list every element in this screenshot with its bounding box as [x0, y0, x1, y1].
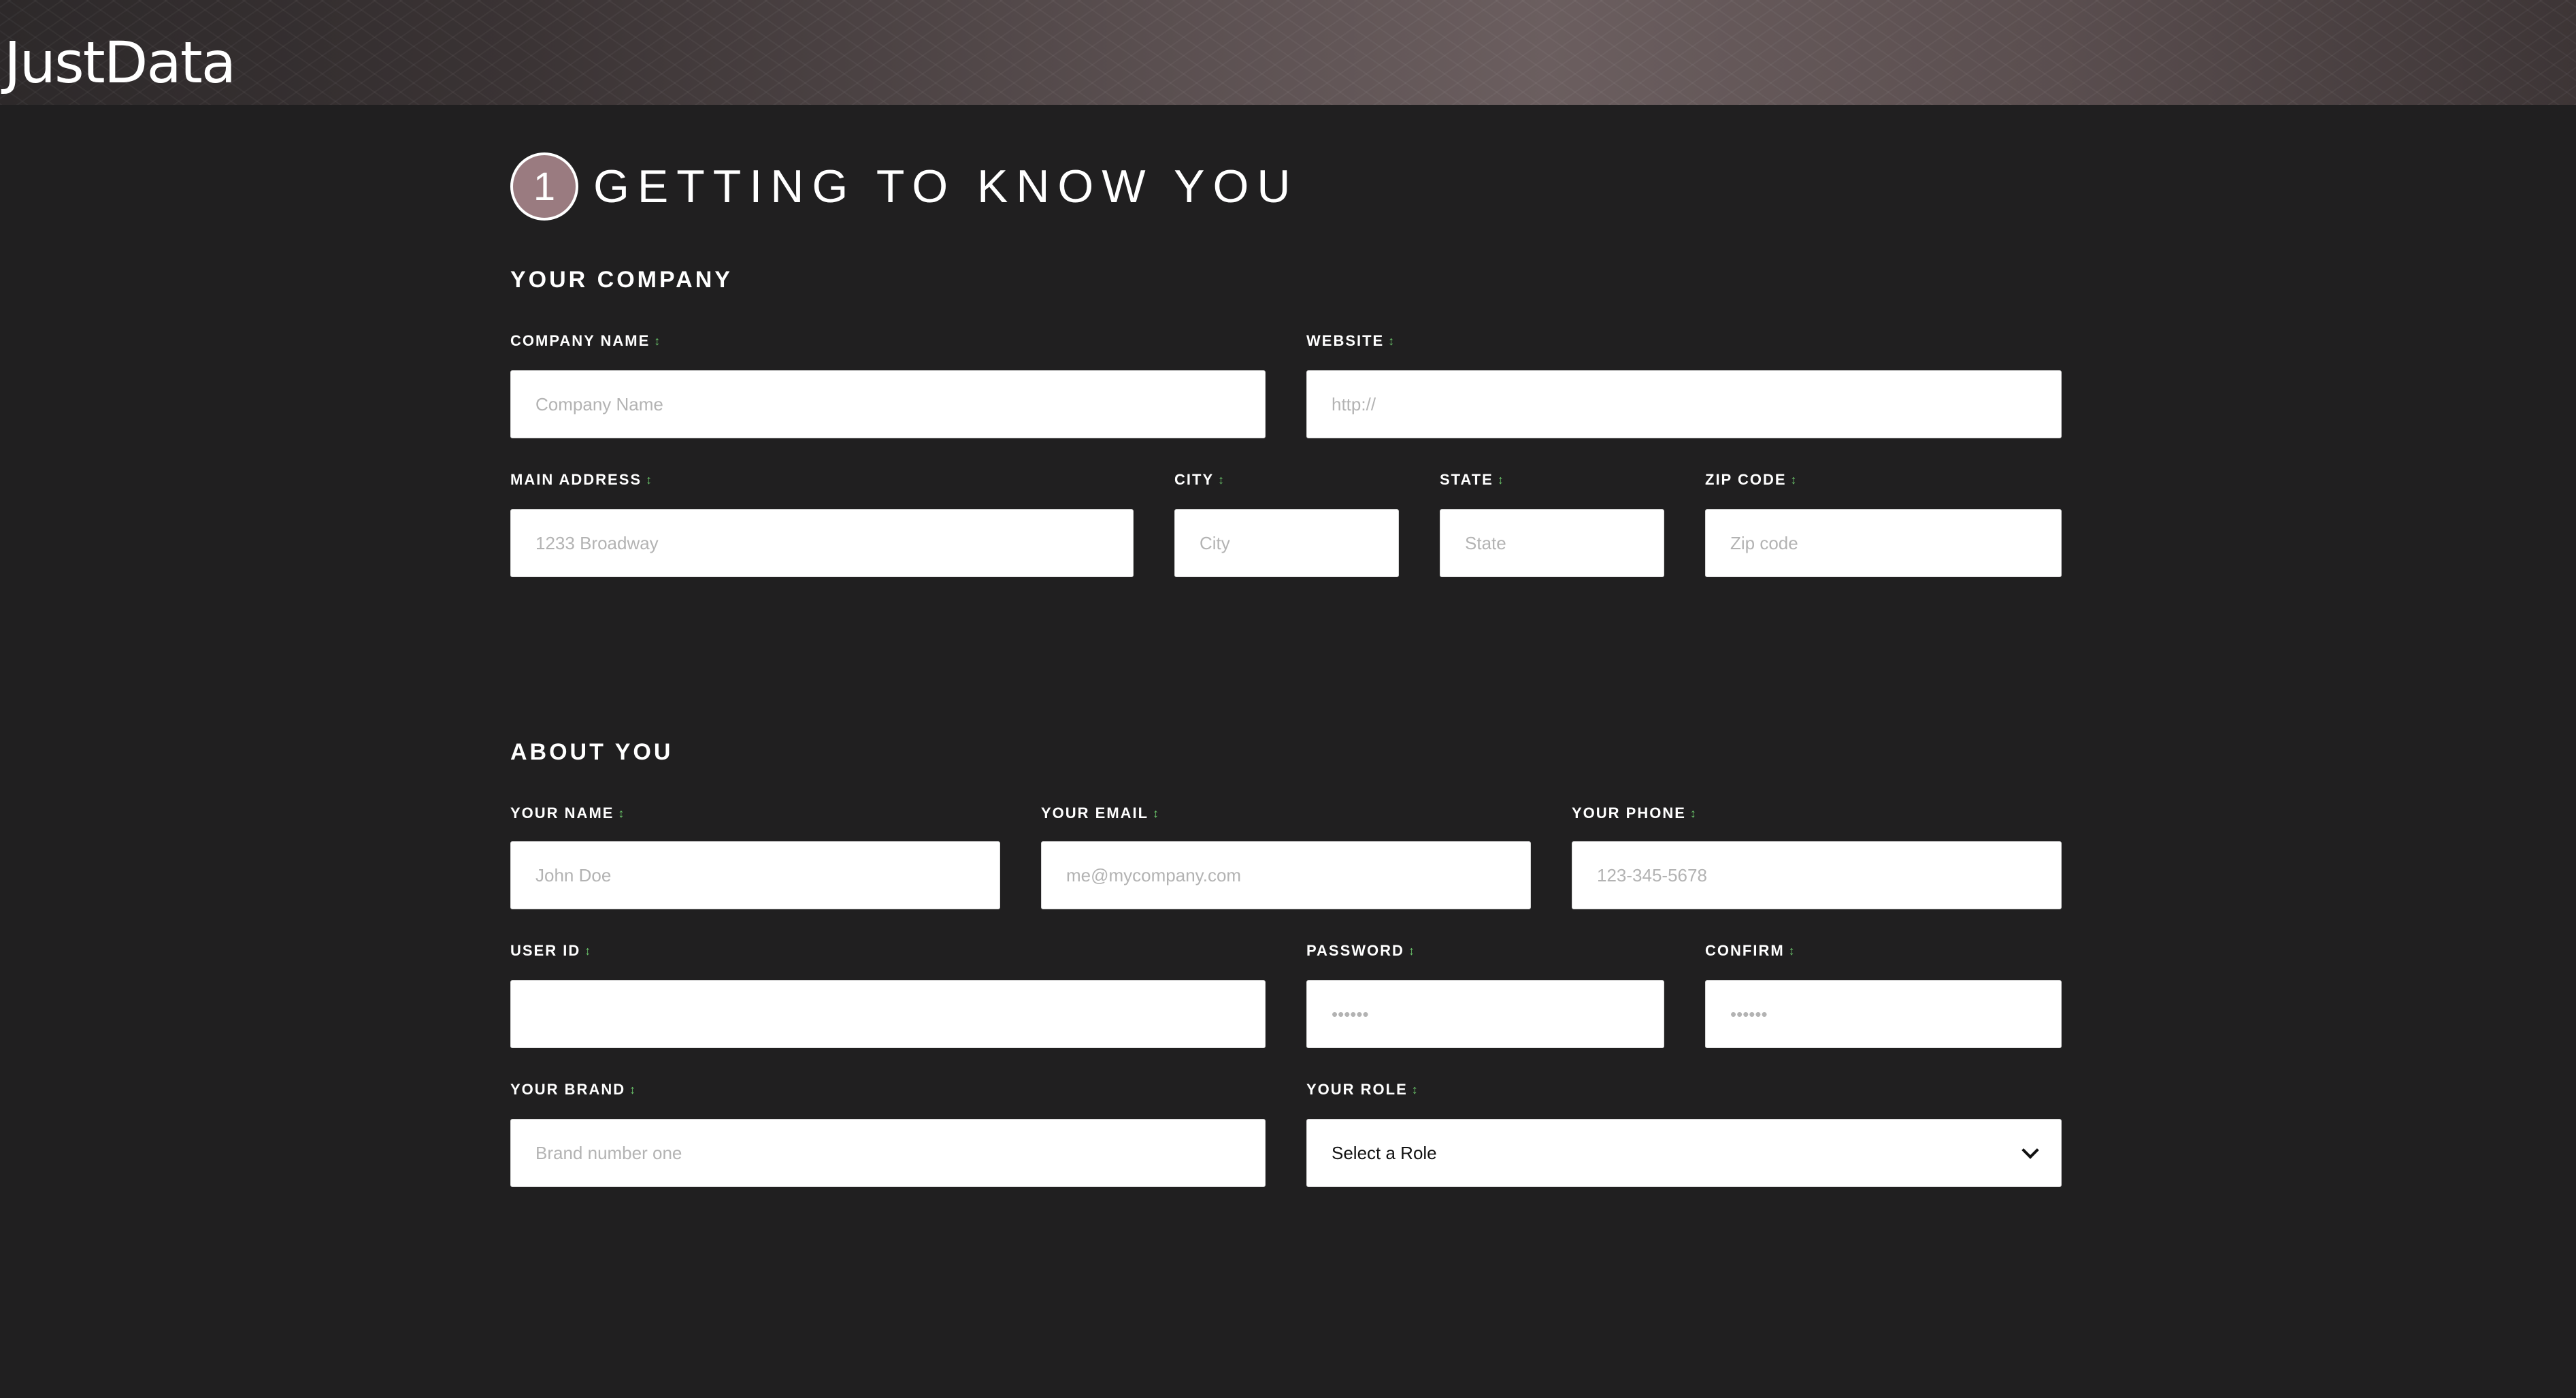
required-icon: ↕: [646, 472, 654, 487]
website-label: WEBSITE ↕: [1306, 332, 1396, 350]
required-icon: ↕: [1408, 943, 1416, 958]
your-name-input[interactable]: [510, 841, 1000, 909]
user-id-label: USER ID ↕: [510, 942, 592, 960]
your-email-label-text: YOUR EMAIL: [1041, 804, 1149, 822]
company-name-input[interactable]: [510, 370, 1266, 438]
required-icon: ↕: [1689, 806, 1698, 820]
header-banner: JustData: [0, 0, 2576, 105]
zip-input[interactable]: [1705, 509, 2062, 577]
your-email-label: YOUR EMAIL ↕: [1041, 804, 1160, 822]
your-brand-label: YOUR BRAND ↕: [510, 1081, 637, 1099]
your-phone-label-text: YOUR PHONE: [1572, 804, 1686, 822]
address-label-text: MAIN ADDRESS: [510, 471, 642, 488]
user-id-input[interactable]: [510, 980, 1266, 1048]
required-icon: ↕: [1497, 472, 1505, 487]
required-icon: ↕: [584, 943, 593, 958]
state-label: STATE ↕: [1440, 471, 1505, 489]
your-role-label-text: YOUR ROLE: [1306, 1081, 1408, 1098]
website-input[interactable]: [1306, 370, 2062, 438]
state-input[interactable]: [1440, 509, 1664, 577]
step-title: GETTING TO KNOW YOU: [593, 161, 1299, 212]
required-icon: ↕: [629, 1082, 638, 1096]
your-name-label-text: YOUR NAME: [510, 804, 614, 822]
chevron-down-icon: [2021, 1141, 2039, 1159]
address-label: MAIN ADDRESS ↕: [510, 471, 653, 489]
your-phone-label: YOUR PHONE ↕: [1572, 804, 1698, 822]
required-icon: ↕: [1411, 1082, 1419, 1096]
confirm-password-input[interactable]: [1705, 980, 2062, 1048]
your-role-select[interactable]: Select a Role: [1306, 1119, 2062, 1187]
required-icon: ↕: [618, 806, 626, 820]
zip-label: ZIP CODE ↕: [1705, 471, 1798, 489]
section-title-about: ABOUT YOU: [510, 739, 674, 765]
city-input[interactable]: [1174, 509, 1399, 577]
address-input[interactable]: [510, 509, 1134, 577]
confirm-label: CONFIRM ↕: [1705, 942, 1796, 960]
website-label-text: WEBSITE: [1306, 332, 1385, 349]
state-label-text: STATE: [1440, 471, 1493, 488]
required-icon: ↕: [1153, 806, 1161, 820]
city-label-text: CITY: [1174, 471, 1215, 488]
password-input[interactable]: [1306, 980, 1664, 1048]
your-role-label: YOUR ROLE ↕: [1306, 1081, 1419, 1099]
company-name-label: COMPANY NAME ↕: [510, 332, 661, 350]
city-label: CITY ↕: [1174, 471, 1225, 489]
your-brand-input[interactable]: [510, 1119, 1266, 1187]
confirm-label-text: CONFIRM: [1705, 942, 1785, 959]
your-name-label: YOUR NAME ↕: [510, 804, 625, 822]
your-brand-label-text: YOUR BRAND: [510, 1081, 626, 1098]
your-phone-input[interactable]: [1572, 841, 2062, 909]
required-icon: ↕: [1790, 472, 1798, 487]
password-label-text: PASSWORD: [1306, 942, 1404, 959]
user-id-label-text: USER ID: [510, 942, 581, 959]
step-number-badge: 1: [510, 152, 578, 221]
password-label: PASSWORD ↕: [1306, 942, 1416, 960]
required-icon: ↕: [1218, 472, 1226, 487]
your-role-selected-value: Select a Role: [1332, 1142, 1437, 1163]
your-email-input[interactable]: [1041, 841, 1531, 909]
required-icon: ↕: [654, 334, 662, 348]
required-icon: ↕: [1788, 943, 1796, 958]
app-logo[interactable]: JustData: [4, 29, 236, 97]
company-name-label-text: COMPANY NAME: [510, 332, 650, 349]
section-title-company: YOUR COMPANY: [510, 267, 733, 293]
step-heading: 1 GETTING TO KNOW YOU: [510, 152, 1299, 221]
required-icon: ↕: [1388, 334, 1396, 348]
zip-label-text: ZIP CODE: [1705, 471, 1787, 488]
